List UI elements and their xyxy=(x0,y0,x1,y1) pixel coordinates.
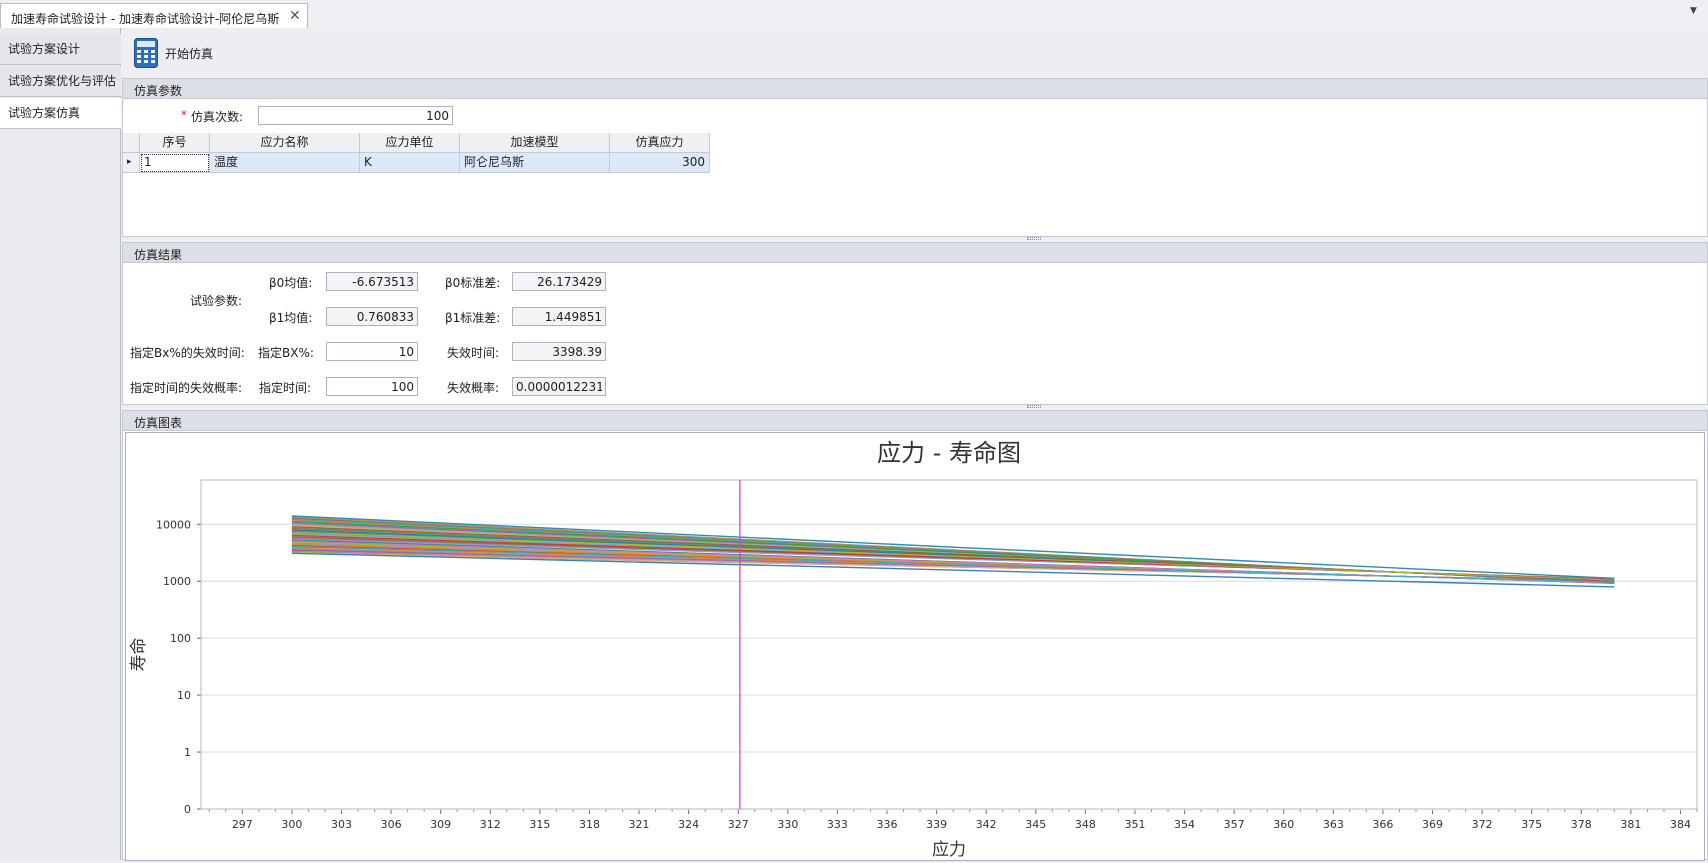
failure-probability-label: 失效概率: xyxy=(447,381,500,395)
grid-header-index[interactable]: 序号 xyxy=(140,133,210,153)
x-tick-label: 321 xyxy=(629,818,650,831)
simulation-results-panel: 仿真结果 试验参数: β0均值: β0标准差: β1均值: β1标准差: 指定B… xyxy=(122,242,1708,405)
x-tick-label: 366 xyxy=(1372,818,1393,831)
y-tick-label: 0 xyxy=(184,803,191,816)
beta0-mean-field[interactable] xyxy=(326,272,418,291)
chart-area: 0 1 10 100 1000 10000 297 300 303 306 309 312 315 318… xyxy=(125,432,1705,861)
stress-grid: 序号 应力名称 应力单位 加速模型 仿真应力 ▸ 1 温度 K 阿仑尼乌斯 30… xyxy=(123,133,1707,236)
simulation-count-input[interactable] xyxy=(258,106,453,125)
panel-title: 仿真图表 xyxy=(134,416,183,430)
grid-row-header-corner xyxy=(123,133,140,153)
bx-failure-time-row-label: 指定Bx%的失效时间: xyxy=(130,346,245,360)
start-simulation-button[interactable]: 开始仿真 xyxy=(165,45,213,62)
x-tick-label: 345 xyxy=(1025,818,1046,831)
y-tick-label: 10000 xyxy=(156,518,191,531)
x-tick-label: 384 xyxy=(1670,818,1691,831)
x-tick-label: 312 xyxy=(480,818,501,831)
stress-life-chart: 0 1 10 100 1000 10000 297 300 303 306 309 312 315 318… xyxy=(129,439,1698,860)
toolbar xyxy=(122,28,1708,78)
grid-cell-index[interactable]: 1 xyxy=(140,153,210,173)
x-tick-label: 297 xyxy=(232,818,253,831)
x-tick-label: 327 xyxy=(728,818,749,831)
specified-time-label: 指定时间: xyxy=(259,381,312,395)
beta0-std-label: β0标准差: xyxy=(445,276,501,290)
grid-cell-sim-stress[interactable]: 300 xyxy=(610,153,710,173)
grid-cell-stress-name[interactable]: 温度 xyxy=(210,153,360,173)
specified-time-input[interactable] xyxy=(326,377,418,396)
nav-item-test-plan-design[interactable]: 试验方案设计 xyxy=(0,34,121,65)
x-tick-label: 306 xyxy=(381,818,402,831)
panel-title: 仿真参数 xyxy=(134,84,183,98)
beta0-mean-label: β0均值: xyxy=(269,276,313,290)
simulation-count-label: 仿真次数: xyxy=(191,110,244,124)
y-tick-label: 100 xyxy=(170,632,191,645)
x-tick-label: 351 xyxy=(1124,818,1145,831)
x-tick-label: 381 xyxy=(1620,818,1641,831)
x-tick-label: 303 xyxy=(331,818,352,831)
document-tab-title: 加速寿命试验设计 - 加速寿命试验设计-阿伦尼乌斯 xyxy=(11,12,280,26)
beta1-mean-label: β1均值: xyxy=(269,311,313,325)
x-tick-label: 360 xyxy=(1273,818,1294,831)
x-tick-label: 339 xyxy=(926,818,947,831)
test-parameters-label: 试验参数: xyxy=(190,294,243,308)
grid-header-sim-stress[interactable]: 仿真应力 xyxy=(610,133,710,153)
time-failure-prob-row-label: 指定时间的失效概率: xyxy=(130,381,243,395)
simulation-parameters-panel: 仿真参数 * 仿真次数: 序号 应力名称 应力单位 加速模型 仿真应力 ▸ 1 … xyxy=(122,78,1708,237)
x-tick-label: 318 xyxy=(579,818,600,831)
x-tick-label: 324 xyxy=(678,818,699,831)
x-tick-label: 348 xyxy=(1075,818,1096,831)
failure-time-field[interactable] xyxy=(512,342,606,361)
left-navigation: 试验方案设计 试验方案优化与评估 试验方案仿真 xyxy=(0,28,121,860)
panel-title: 仿真结果 xyxy=(134,248,183,262)
x-tick-label: 363 xyxy=(1323,818,1344,831)
x-tick-label: 354 xyxy=(1174,818,1195,831)
close-tab-icon[interactable]: ✕ xyxy=(289,8,301,24)
bx-percent-input[interactable] xyxy=(326,342,418,361)
x-tick-label: 375 xyxy=(1521,818,1542,831)
chart-title: 应力 - 寿命图 xyxy=(877,439,1021,467)
x-tick-label: 357 xyxy=(1224,818,1245,831)
grid-cell-accel-model[interactable]: 阿仑尼乌斯 xyxy=(460,153,610,173)
x-tick-label: 369 xyxy=(1422,818,1443,831)
failure-time-label: 失效时间: xyxy=(447,346,500,360)
calculator-icon[interactable] xyxy=(134,38,158,68)
x-axis-label: 应力 xyxy=(932,840,966,860)
grid-cell-stress-unit[interactable]: K xyxy=(360,153,460,173)
beta1-std-field[interactable] xyxy=(512,307,606,326)
grid-row-indicator[interactable]: ▸ xyxy=(123,153,140,173)
panel-header: 仿真图表 xyxy=(123,411,1707,431)
grid-header-accel-model[interactable]: 加速模型 xyxy=(460,133,610,153)
beta1-mean-field[interactable] xyxy=(326,307,418,326)
x-tick-label: 372 xyxy=(1472,818,1493,831)
required-mark: * xyxy=(181,108,187,122)
panel-header: 仿真参数 xyxy=(123,79,1707,99)
x-tick-label: 342 xyxy=(976,818,997,831)
y-tick-label: 10 xyxy=(177,689,191,702)
document-tab[interactable]: 加速寿命试验设计 - 加速寿命试验设计-阿伦尼乌斯 ✕ xyxy=(0,3,308,28)
x-tick-label: 378 xyxy=(1571,818,1592,831)
x-tick-label: 300 xyxy=(281,818,302,831)
nav-item-test-plan-simulation[interactable]: 试验方案仿真 xyxy=(0,98,121,129)
beta0-std-field[interactable] xyxy=(512,272,606,291)
grid-header-stress-unit[interactable]: 应力单位 xyxy=(360,133,460,153)
x-tick-label: 333 xyxy=(827,818,848,831)
tab-list-dropdown-icon[interactable]: ▼ xyxy=(1690,6,1697,16)
x-tick-label: 315 xyxy=(529,818,550,831)
x-tick-label: 309 xyxy=(430,818,451,831)
y-axis-label: 寿命 xyxy=(129,638,149,672)
x-tick-label: 330 xyxy=(777,818,798,831)
nav-item-test-plan-optimization[interactable]: 试验方案优化与评估 xyxy=(0,66,121,97)
y-tick-label: 1 xyxy=(184,746,191,759)
panel-header: 仿真结果 xyxy=(123,243,1707,263)
bx-percent-label: 指定BX%: xyxy=(258,346,314,360)
failure-probability-field[interactable] xyxy=(512,377,606,396)
x-tick-label: 336 xyxy=(877,818,898,831)
beta1-std-label: β1标准差: xyxy=(445,311,501,325)
simulation-chart-panel: 仿真图表 0 1 10 100 1000 10000 297 300 303 306 309 312 3… xyxy=(122,410,1708,861)
y-tick-label: 1000 xyxy=(163,575,191,588)
grid-header-stress-name[interactable]: 应力名称 xyxy=(210,133,360,153)
